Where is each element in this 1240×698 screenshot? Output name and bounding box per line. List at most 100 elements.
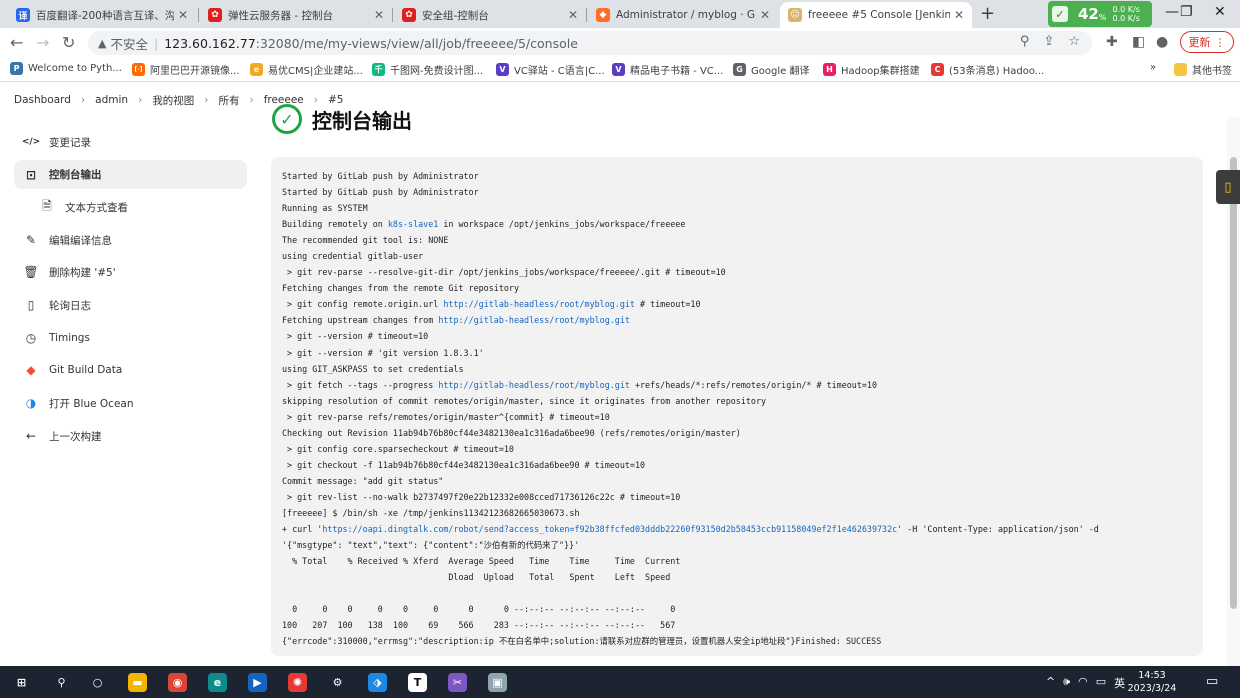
sidebar-item-console-output[interactable]: ⊡ 控制台输出 xyxy=(14,160,247,189)
zoom-icon[interactable]: ⚲ xyxy=(1020,34,1030,49)
extensions-icon[interactable]: ✚ xyxy=(1106,34,1118,50)
console-text: 100 207 100 138 100 69 566 283 --:--:-- … xyxy=(282,620,676,631)
console-link[interactable]: k8s-slave1 xyxy=(388,219,438,229)
close-icon[interactable]: ✕ xyxy=(178,8,188,22)
breadcrumb-item[interactable]: 所有 xyxy=(218,93,239,108)
media-icon[interactable]: ▶ xyxy=(248,673,267,692)
console-line: 0 0 0 0 0 0 0 0 --:--:-- --:--:-- --:--:… xyxy=(282,601,1203,617)
sidebar-item-plain-text[interactable]: 🗎 文本方式查看 xyxy=(30,193,247,221)
taskbar-clock[interactable]: 14:53 2023/3/24 xyxy=(1112,669,1192,695)
bookmark-item[interactable]: P Welcome to Pyth... xyxy=(10,62,122,75)
back-icon[interactable]: ← xyxy=(10,33,23,52)
sidebar-item-label: 编辑编译信息 xyxy=(49,234,112,247)
breadcrumb-item[interactable]: 我的视图 xyxy=(152,93,194,108)
minimize-icon[interactable]: — xyxy=(1165,4,1179,20)
console-line: + curl 'https://oapi.dingtalk.com/robot/… xyxy=(282,521,1203,537)
console-link[interactable]: http://gitlab-headless/root/myblog.git xyxy=(438,380,630,390)
breadcrumb-item[interactable]: admin xyxy=(95,94,128,106)
insecure-label: 不安全 xyxy=(110,36,148,52)
browser-tab[interactable]: ✿ 安全组-控制台 ✕ xyxy=(394,2,586,28)
wifi-icon[interactable]: ◠ xyxy=(1078,675,1088,691)
bookmark-app-icon[interactable]: ⬗ xyxy=(368,673,387,692)
file-explorer-icon[interactable]: ▬ xyxy=(128,673,147,692)
notification-icon[interactable]: ▭ xyxy=(1206,674,1218,689)
tray-overflow-icon[interactable]: ^ xyxy=(1046,675,1055,691)
scrollbar-thumb[interactable] xyxy=(1230,157,1237,609)
console-link[interactable]: https://oapi.dingtalk.com/robot/send?acc… xyxy=(322,524,897,534)
bookmark-item[interactable]: 千千图网-免费设计图... xyxy=(372,62,483,77)
screenshot-app-icon[interactable]: ▣ xyxy=(488,673,507,692)
star-icon[interactable]: ☆ xyxy=(1068,34,1080,49)
close-window-icon[interactable]: ✕ xyxy=(1214,4,1226,20)
tab-title: freeeee #5 Console [Jenkins] xyxy=(808,9,950,21)
bookmarks-overflow[interactable]: » xyxy=(1150,62,1156,73)
sidebar-item-changes[interactable]: </> 变更记录 xyxy=(14,128,247,156)
bookmark-item[interactable]: e 易优CMS|企业建站... xyxy=(250,62,363,77)
bookmark-item[interactable]: V 精品电子书籍 - VC... xyxy=(612,62,723,77)
close-icon[interactable]: ✕ xyxy=(568,8,578,22)
close-icon[interactable]: ✕ xyxy=(374,8,384,22)
close-icon[interactable]: ✕ xyxy=(760,8,770,22)
pinwheel-icon[interactable]: ✺ xyxy=(288,673,307,692)
sidebar-item-label: Timings xyxy=(49,332,90,344)
console-line: [freeeee] $ /bin/sh -xe /tmp/jenkins1134… xyxy=(282,505,1203,521)
bookmark-item[interactable]: V VC驿站 - C语言|C... xyxy=(496,62,605,77)
chrome-icon[interactable]: ◉ xyxy=(168,673,187,692)
console-text: 0 0 0 0 0 0 0 0 --:--:-- --:--:-- --:--:… xyxy=(282,604,676,615)
console-link[interactable]: http://gitlab-headless/root/myblog.git xyxy=(443,299,635,309)
restore-icon[interactable]: ❐ xyxy=(1180,4,1193,20)
console-line: > git rev-list --no-walk b2737497f20e22b… xyxy=(282,489,1203,505)
bookmark-label: (53条消息) Hadoo... xyxy=(949,66,1045,77)
sidebar-item-timings[interactable]: ◷ Timings xyxy=(14,324,247,352)
keyboard-icon[interactable]: ▭ xyxy=(1096,675,1106,691)
windows-start-icon[interactable]: ⊞ xyxy=(12,673,31,692)
address-bar[interactable]: ▲ 不安全 | 123.60.162.77 :32080/me/my-views… xyxy=(88,31,1092,55)
console-line: using GIT_ASKPASS to set credentials xyxy=(282,361,1203,377)
sidebar-item-previous-build[interactable]: ← 上一次构建 xyxy=(14,422,247,450)
bookmark-item[interactable]: G Google 翻译 xyxy=(733,62,809,77)
sidebar-item-polling-log[interactable]: ▯ 轮询日志 xyxy=(14,291,247,319)
sidebar-item-blue-ocean[interactable]: ◑ 打开 Blue Ocean xyxy=(14,389,247,417)
browser-tab-active[interactable]: ☺ freeeee #5 Console [Jenkins] ✕ xyxy=(780,2,972,28)
breadcrumb-item[interactable]: Dashboard xyxy=(14,94,71,106)
bookmark-item[interactable]: [-] 阿里巴巴开源镜像... xyxy=(132,62,240,77)
system-monitor-extension[interactable]: ✓ 42 % 0.0 K/s 0.0 K/s xyxy=(1048,1,1152,27)
volume-icon[interactable]: 🕪 xyxy=(1063,675,1070,691)
browser-tab[interactable]: 译 百度翻译-200种语言互译、沟通 ✕ xyxy=(8,2,196,28)
warning-icon[interactable]: ▲ xyxy=(98,37,106,50)
sidebar-item-edit-build-info[interactable]: ✎ 编辑编译信息 xyxy=(14,226,247,254)
other-bookmarks[interactable]: 其他书签 xyxy=(1174,62,1232,77)
url-path: :32080/me/my-views/view/all/job/freeeee/… xyxy=(255,35,578,51)
success-check-icon: ✓ xyxy=(272,104,302,134)
console-line: > git fetch --tags --progress http://git… xyxy=(282,377,1203,393)
update-button[interactable]: 更新 ⋮ xyxy=(1180,31,1234,53)
sidebar-item-delete-build[interactable]: 🗑 删除构建 '#5' xyxy=(14,258,247,286)
browser-tab[interactable]: ◆ Administrator / myblog · GitLab ✕ xyxy=(588,2,778,28)
settings-icon[interactable]: ⚙ xyxy=(328,673,347,692)
console-text: > git rev-list --no-walk b2737497f20e22b… xyxy=(282,491,681,502)
breadcrumb: Dashboard › admin › 我的视图 › 所有 › freeeee › #5 xyxy=(0,83,1240,117)
new-tab-button[interactable]: + xyxy=(980,3,995,24)
reload-icon[interactable]: ↻ xyxy=(62,33,75,52)
task-view-icon[interactable]: ○ xyxy=(88,673,107,692)
bookmark-item[interactable]: C (53条消息) Hadoo... xyxy=(931,62,1044,77)
search-icon[interactable]: ⚲ xyxy=(52,673,71,692)
console-text: {"errcode":310000,"errmsg":"description:… xyxy=(282,636,882,647)
console-text: Building remotely on xyxy=(282,219,388,230)
share-icon[interactable]: ⇪ xyxy=(1043,34,1054,49)
close-icon[interactable]: ✕ xyxy=(954,8,964,22)
side-panel-icon[interactable]: ◧ xyxy=(1132,34,1145,50)
profile-avatar-icon[interactable]: ● xyxy=(1156,34,1168,50)
typora-icon[interactable]: T xyxy=(408,673,427,692)
floating-widget-icon[interactable]: ▯ xyxy=(1216,170,1240,204)
sidebar-item-git-build-data[interactable]: ◆ Git Build Data xyxy=(14,356,247,384)
console-link[interactable]: http://gitlab-headless/root/myblog.git xyxy=(438,315,630,325)
bookmark-item[interactable]: H Hadoop集群搭建 xyxy=(823,62,920,77)
console-line: > git --version # timeout=10 xyxy=(282,328,1203,344)
tab-title: 弹性云服务器 - 控制台 xyxy=(228,9,333,22)
download-speed: 0.0 K/s xyxy=(1112,14,1140,23)
forward-icon[interactable]: → xyxy=(36,33,49,52)
edge-icon[interactable]: e xyxy=(208,673,227,692)
tools-icon[interactable]: ✂ xyxy=(448,673,467,692)
browser-tab[interactable]: ✿ 弹性云服务器 - 控制台 ✕ xyxy=(200,2,392,28)
